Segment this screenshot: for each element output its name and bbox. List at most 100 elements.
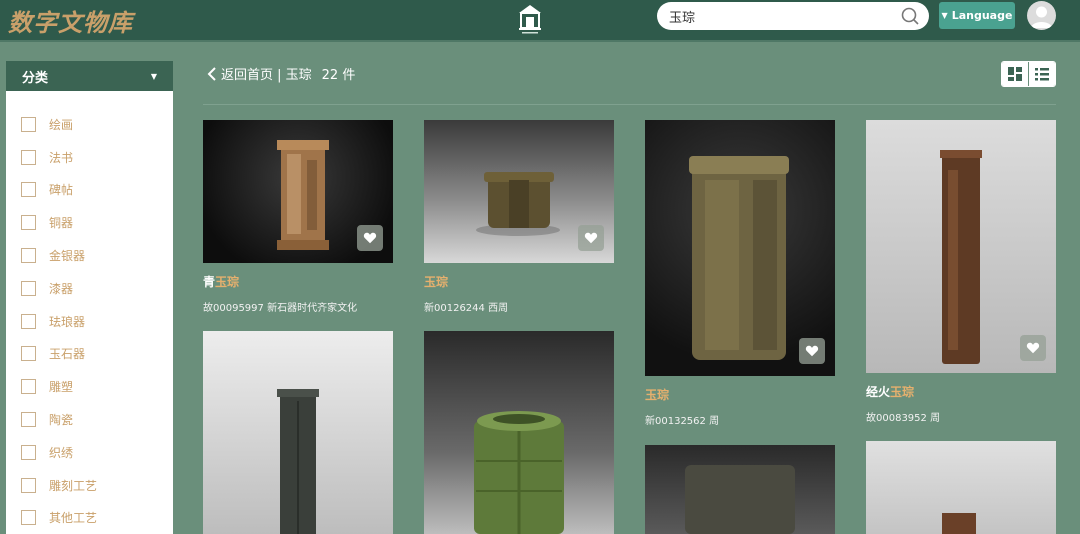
list-view-icon bbox=[1034, 68, 1049, 81]
category-label: 法书 bbox=[49, 150, 74, 165]
avatar[interactable] bbox=[1027, 1, 1056, 30]
favorite-button[interactable] bbox=[357, 225, 383, 251]
category-item[interactable]: 绘画 bbox=[6, 108, 173, 141]
artifact-card[interactable] bbox=[424, 331, 614, 534]
artifact-image[interactable] bbox=[866, 441, 1056, 534]
category-checkbox[interactable] bbox=[21, 477, 36, 493]
category-item[interactable]: 铜器 bbox=[6, 206, 173, 239]
title-highlight: 玉琮 bbox=[890, 385, 915, 399]
category-checkbox[interactable] bbox=[21, 248, 36, 264]
view-toggle bbox=[1001, 61, 1056, 87]
category-item[interactable]: 漆器 bbox=[6, 272, 173, 305]
favorite-button[interactable] bbox=[799, 338, 825, 364]
category-checkbox[interactable] bbox=[21, 412, 36, 428]
category-checkbox[interactable] bbox=[21, 510, 36, 526]
artifact-image[interactable] bbox=[203, 120, 393, 263]
category-checkbox[interactable] bbox=[21, 313, 36, 329]
category-checkbox[interactable] bbox=[21, 215, 36, 231]
artifact-title[interactable]: 青玉琮 bbox=[203, 273, 393, 290]
category-label: 其他工艺 bbox=[49, 511, 98, 526]
category-sidebar: 分类 ▼ 绘画 法书 碑帖 铜器 金银器 漆器 珐琅器 玉石器 雕塑 陶瓷 织绣… bbox=[6, 61, 173, 534]
search-icon[interactable] bbox=[901, 7, 919, 25]
site-brand[interactable]: 数字文物库 bbox=[8, 3, 133, 38]
category-label: 金银器 bbox=[49, 249, 86, 264]
artifact-meta: 故00095997 新石器时代齐家文化 bbox=[203, 299, 393, 314]
category-item[interactable]: 碑帖 bbox=[6, 174, 173, 207]
category-title: 分类 bbox=[22, 70, 49, 86]
title-prefix: 青 bbox=[203, 275, 216, 289]
jade-cong-image bbox=[474, 411, 564, 534]
category-item[interactable]: 陶瓷 bbox=[6, 403, 173, 436]
category-item[interactable]: 金银器 bbox=[6, 239, 173, 272]
artifact-title[interactable]: 玉琮 bbox=[424, 273, 614, 290]
artifact-id: 故00095997 bbox=[203, 303, 264, 314]
heart-icon bbox=[1026, 342, 1040, 354]
artifact-title[interactable]: 玉琮 bbox=[645, 386, 835, 403]
category-header[interactable]: 分类 ▼ bbox=[6, 61, 173, 91]
category-item[interactable]: 雕塑 bbox=[6, 370, 173, 403]
category-label: 绘画 bbox=[49, 117, 74, 132]
category-list: 绘画 法书 碑帖 铜器 金银器 漆器 珐琅器 玉石器 雕塑 陶瓷 织绣 雕刻工艺… bbox=[6, 91, 173, 534]
category-item[interactable]: 珐琅器 bbox=[6, 305, 173, 338]
artifact-title[interactable]: 经火玉琮 bbox=[866, 383, 1056, 400]
category-label: 玉石器 bbox=[49, 347, 86, 362]
language-button[interactable]: ▼ Language bbox=[939, 2, 1015, 29]
category-label: 漆器 bbox=[49, 281, 74, 296]
category-checkbox[interactable] bbox=[21, 346, 36, 362]
artifact-image[interactable] bbox=[203, 331, 393, 534]
favorite-button[interactable] bbox=[1020, 335, 1046, 361]
category-checkbox[interactable] bbox=[21, 379, 36, 395]
artifact-period: 新石器时代齐家文化 bbox=[267, 303, 358, 314]
category-checkbox[interactable] bbox=[21, 444, 36, 460]
jade-cong-image bbox=[277, 389, 319, 534]
chevron-left-icon[interactable] bbox=[207, 66, 217, 81]
title-highlight: 玉琮 bbox=[215, 275, 240, 289]
artifact-card[interactable]: 经火玉琮 故00083952 周 bbox=[866, 120, 1056, 424]
category-label: 珐琅器 bbox=[49, 314, 86, 329]
artifact-meta: 新00126244 西周 bbox=[424, 299, 614, 314]
artifact-card[interactable] bbox=[203, 331, 393, 534]
jade-cong-image bbox=[942, 513, 976, 534]
search-input[interactable] bbox=[669, 5, 889, 27]
category-checkbox[interactable] bbox=[21, 280, 36, 296]
breadcrumb: 返回首页 | 玉琮 22 件 bbox=[207, 64, 355, 83]
artifact-image[interactable] bbox=[424, 120, 614, 263]
artifact-id: 新00126244 bbox=[424, 303, 485, 314]
artifact-card[interactable] bbox=[866, 441, 1056, 534]
artifact-card[interactable]: 玉琮 新00132562 周 bbox=[645, 120, 835, 427]
category-item[interactable]: 其他工艺 bbox=[6, 502, 173, 534]
category-label: 雕刻工艺 bbox=[49, 478, 98, 493]
artifact-card[interactable] bbox=[645, 445, 835, 534]
artifact-id: 新00132562 bbox=[645, 416, 706, 427]
artifact-card[interactable]: 青玉琮 故00095997 新石器时代齐家文化 bbox=[203, 120, 393, 314]
artifact-image[interactable] bbox=[424, 331, 614, 534]
category-label: 雕塑 bbox=[49, 380, 74, 395]
artifact-image[interactable] bbox=[866, 120, 1056, 373]
artifact-period: 西周 bbox=[488, 303, 509, 314]
category-item[interactable]: 雕刻工艺 bbox=[6, 469, 173, 502]
artifact-image[interactable] bbox=[645, 120, 835, 376]
title-highlight: 玉琮 bbox=[645, 388, 670, 402]
category-checkbox[interactable] bbox=[21, 182, 36, 198]
header-divider bbox=[203, 104, 1056, 105]
artifact-card[interactable]: 玉琮 新00126244 西周 bbox=[424, 120, 614, 314]
grid-view-icon bbox=[1007, 67, 1022, 81]
artifact-id: 故00083952 bbox=[866, 413, 927, 424]
category-item[interactable]: 法书 bbox=[6, 141, 173, 174]
category-item[interactable]: 玉石器 bbox=[6, 338, 173, 371]
category-label: 碑帖 bbox=[49, 183, 74, 198]
heart-icon bbox=[805, 345, 819, 357]
category-checkbox[interactable] bbox=[21, 116, 36, 132]
title-prefix: 经火 bbox=[866, 385, 891, 399]
category-item[interactable]: 织绣 bbox=[6, 436, 173, 469]
museum-logo-icon[interactable] bbox=[516, 2, 544, 36]
grid-view-button[interactable] bbox=[1002, 62, 1029, 86]
favorite-button[interactable] bbox=[578, 225, 604, 251]
artifact-image[interactable] bbox=[645, 445, 835, 534]
artifact-period: 周 bbox=[930, 413, 941, 424]
breadcrumb-link[interactable]: 返回首页 | 玉琮 bbox=[221, 64, 312, 83]
list-view-button[interactable] bbox=[1028, 62, 1055, 86]
category-checkbox[interactable] bbox=[21, 149, 36, 165]
artifact-meta: 新00132562 周 bbox=[645, 412, 835, 427]
title-highlight: 玉琮 bbox=[424, 275, 449, 289]
